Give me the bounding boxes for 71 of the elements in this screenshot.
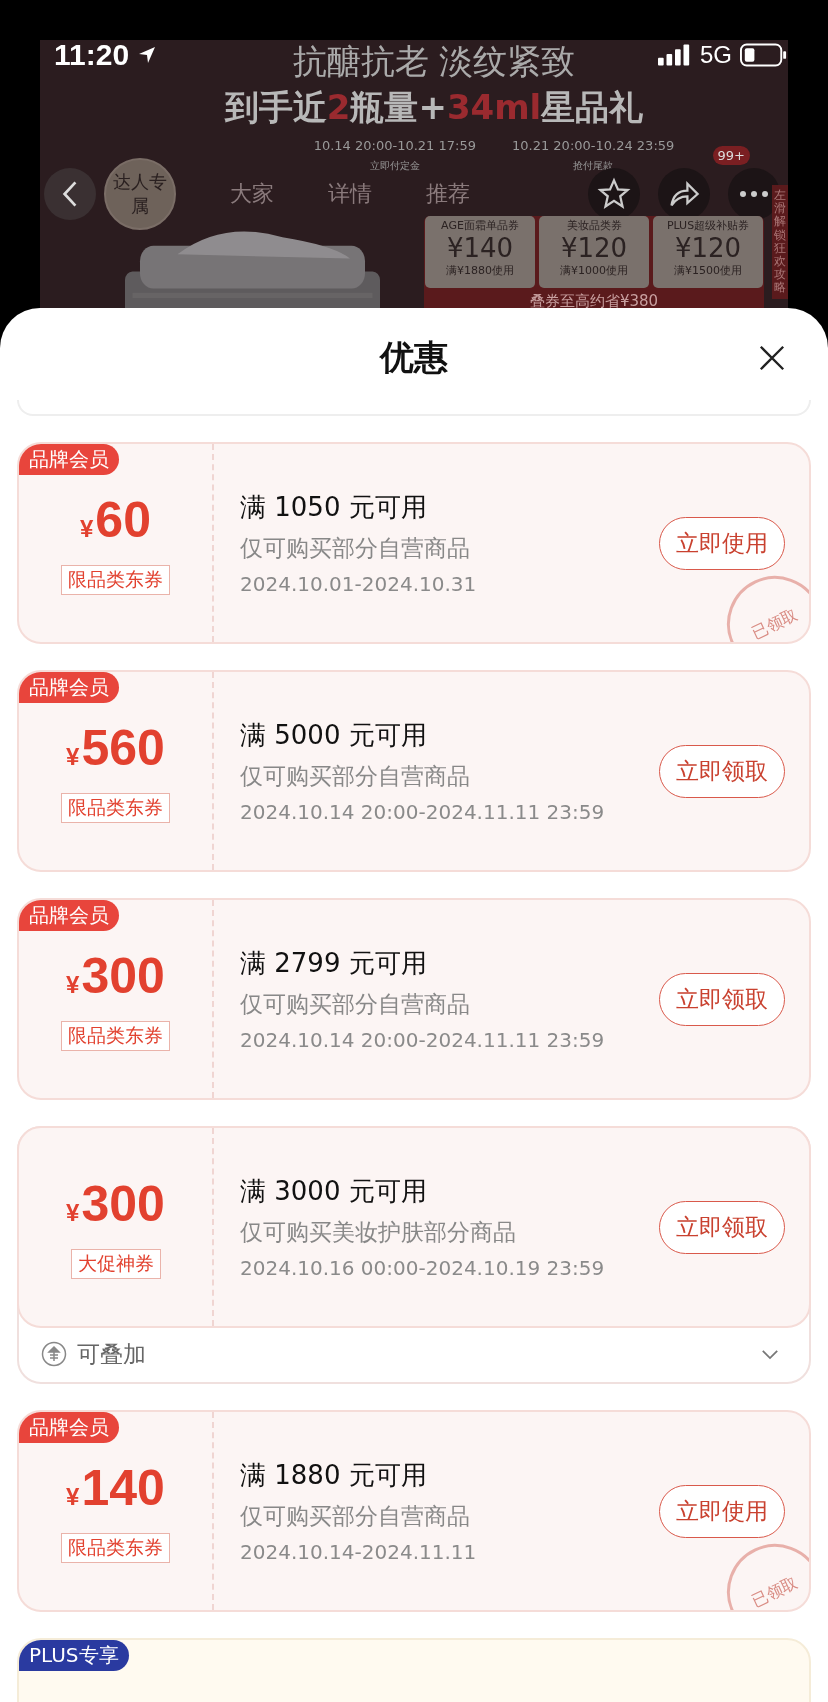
status-time: 11:20 — [54, 38, 130, 72]
coupon-condition: 满 5000 元可用 — [240, 719, 428, 752]
coupon-action-button[interactable]: 立即使用 — [659, 1484, 785, 1538]
coupon-period: 2024.10.14 20:00-2024.11.11 23:59 — [240, 800, 606, 824]
coupon-type-label: 限品类东券 — [61, 792, 170, 823]
coupon-action-button[interactable]: 立即使用 — [659, 516, 785, 570]
mini-coupon-amount: ¥120 — [674, 233, 742, 263]
nav-tab[interactable]: 详情 — [328, 179, 372, 209]
coupon-scope: 仅可购买部分自营商品 — [240, 1502, 471, 1531]
coupon-condition: 满 1050 元可用 — [240, 491, 428, 524]
coupon-scope: 仅可购买美妆护肤部分商品 — [240, 1218, 517, 1247]
coupon-tag: 品牌会员 — [19, 672, 119, 703]
coupon-condition: 满 1880 元可用 — [240, 1459, 428, 1492]
nav-tab[interactable]: 推荐 — [426, 179, 470, 209]
stack-icon — [41, 1341, 67, 1367]
phase-label: 立即付定金 — [369, 159, 420, 173]
coupon-amount: ¥60 — [80, 491, 151, 550]
more-icon — [738, 190, 770, 198]
back-button[interactable] — [44, 168, 96, 220]
coupon-scope: 仅可购买部分自营商品 — [240, 534, 471, 563]
coupon-type-label: 限品类东券 — [61, 1532, 170, 1563]
mini-coupon-rule: 满¥1880使用 — [446, 263, 514, 278]
banner-headline: 到手近2瓶量+34ml星品礼 — [224, 86, 644, 129]
coupon-action-button[interactable]: 立即领取 — [659, 744, 785, 798]
signal-icon — [658, 44, 692, 66]
coupon-tag: 品牌会员 — [19, 900, 119, 931]
count-badge: 99+ — [712, 146, 750, 165]
star-icon — [597, 177, 631, 211]
savings-total: 叠券至高约省¥380 — [529, 291, 659, 312]
coupon-amount: ¥560 — [66, 719, 165, 778]
network-label: 5G — [700, 41, 732, 69]
coupon-amount: ¥300 — [66, 947, 165, 1006]
coupon-condition: 满 2799 元可用 — [240, 947, 428, 980]
close-button[interactable] — [758, 344, 786, 372]
coupon-type-label: 大促神券 — [70, 1248, 161, 1279]
coupon-condition: 满 3000 元可用 — [240, 1175, 428, 1208]
mini-coupon-name: 美妆品类券 — [566, 218, 622, 233]
coupon-period: 2024.10.16 00:00-2024.10.19 23:59 — [240, 1256, 606, 1280]
expert-badge: 达人专属 — [104, 158, 176, 230]
battery-icon — [740, 43, 788, 67]
chevron-left-icon — [61, 180, 79, 208]
phase-time: 10.21 20:00-10.24 23:59 — [512, 138, 675, 153]
mini-coupon-name: PLUS超级补贴券 — [666, 218, 750, 233]
coupon-amount: ¥140 — [66, 1459, 165, 1518]
sheet-title: 优惠 — [380, 336, 448, 379]
mini-coupon-rule: 满¥1000使用 — [560, 263, 628, 278]
stackable-label: 可叠加 — [77, 1339, 146, 1369]
side-strip[interactable]: 左滑解锁狂欢攻略 — [772, 185, 788, 299]
chevron-down-icon[interactable] — [761, 1348, 779, 1360]
coupon-type-label: 限品类东券 — [61, 1020, 170, 1051]
coupon-period: 2024.10.14-2024.11.11 — [240, 1540, 478, 1564]
mini-coupon-amount: ¥140 — [446, 233, 514, 263]
nav-tab[interactable]: 大家 — [230, 179, 274, 209]
mini-coupon-amount: ¥120 — [560, 233, 628, 263]
location-arrow-icon — [137, 45, 158, 65]
coupon-scope: 仅可购买部分自营商品 — [240, 762, 471, 791]
coupon-tag: PLUS专享 — [19, 1640, 129, 1671]
coupon-amount: ¥300 — [66, 1175, 165, 1234]
mini-coupon-name: AGE面霜单品券 — [441, 218, 519, 233]
mini-coupon-rule: 满¥1500使用 — [674, 263, 742, 278]
coupon-type-label: 限品类东券 — [61, 564, 170, 595]
coupon-action-button[interactable]: 立即领取 — [659, 972, 785, 1026]
phase-time: 10.14 20:00-10.21 17:59 — [313, 138, 476, 153]
coupon-period: 2024.10.01-2024.10.31 — [240, 572, 478, 596]
close-icon — [758, 344, 786, 372]
coupon-scope: 仅可购买部分自营商品 — [240, 990, 471, 1019]
coupon-period: 2024.10.14 20:00-2024.11.11 23:59 — [240, 1028, 606, 1052]
coupon-action-button[interactable]: 立即领取 — [659, 1200, 785, 1254]
banner-slogan: 抗醣抗老 淡纹紧致 — [292, 40, 576, 82]
coupon-tag: 品牌会员 — [19, 1412, 119, 1443]
coupon-tag: 品牌会员 — [19, 444, 119, 475]
